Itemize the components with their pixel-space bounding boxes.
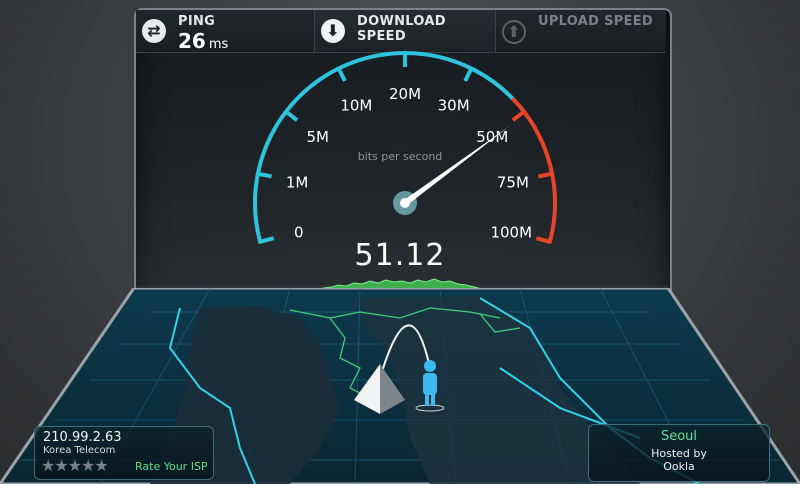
server-info-box: Seoul Hosted by Ookla — [588, 424, 770, 482]
gauge-tick — [535, 236, 551, 244]
server-host: Hosted by Ookla — [589, 447, 769, 473]
gauge-tick — [511, 110, 526, 122]
gauge-tick-label: 1M — [286, 174, 309, 192]
server-city: Seoul — [660, 429, 698, 444]
speed-readout: 51.12 — [354, 238, 446, 273]
gauge-needle — [403, 125, 510, 206]
rate-isp-link[interactable]: Rate Your ISP — [135, 460, 208, 473]
host-name: Ookla — [663, 460, 695, 473]
hosted-by-label: Hosted by — [651, 447, 707, 460]
client-ip: 210.99.2.63 — [43, 430, 122, 445]
gauge-tick — [537, 171, 553, 179]
gauge-tick-label: 20M — [389, 85, 421, 103]
gauge-tick-label: 0 — [294, 223, 304, 241]
gauge-tick-label: 30M — [438, 96, 470, 114]
gauge-arc — [253, 51, 516, 244]
gauge-unit-label: bits per second — [357, 150, 443, 163]
gauge-tick-label: 100M — [490, 223, 532, 241]
gauge-tick-label: 75M — [497, 174, 529, 192]
needle-hub — [400, 198, 410, 208]
client-info-box: 210.99.2.63 Korea Telecom ★★★★★ Rate You… — [34, 426, 214, 480]
gauge-tick — [336, 67, 347, 82]
rating-stars[interactable]: ★★★★★ — [41, 456, 109, 475]
gauge-danger-arc — [511, 97, 557, 244]
gauge-tick — [259, 236, 275, 244]
gauge-tick — [463, 67, 474, 82]
gauge-tick-label: 5M — [306, 128, 329, 146]
gauge-tick-label: 10M — [340, 96, 372, 114]
gauge-tick — [284, 110, 299, 122]
client-isp: Korea Telecom — [43, 445, 116, 456]
gauge-tick — [257, 171, 273, 179]
